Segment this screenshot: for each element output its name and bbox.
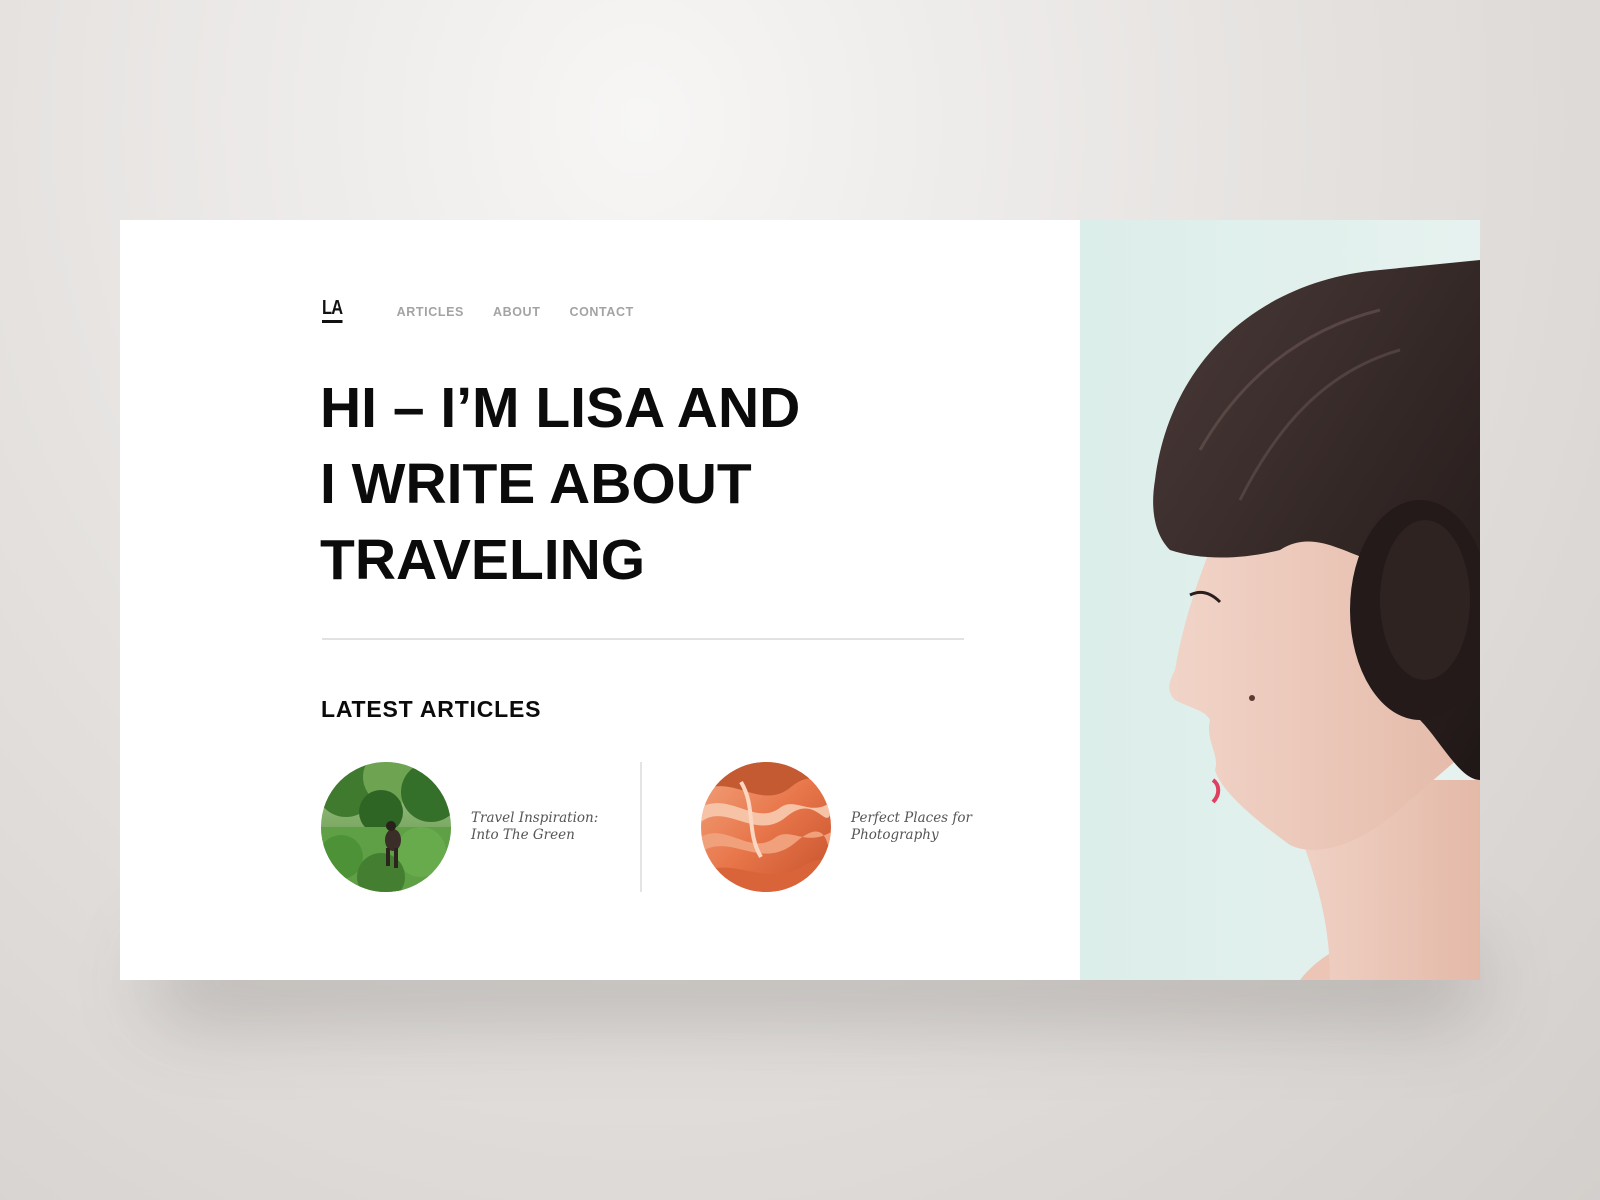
hero-line-3: TRAVELING — [320, 528, 646, 592]
page-card: LA ARTICLES ABOUT CONTACT HI – I’M LISA … — [120, 220, 1480, 980]
article-title-line: Travel Inspiration: — [471, 810, 599, 826]
article-title-line: Photography — [851, 827, 939, 843]
article-card-travel-inspiration[interactable]: Travel Inspiration: Into The Green — [321, 762, 606, 892]
articles-column-divider — [640, 762, 642, 892]
hero-line-1: HI – I’M LISA AND — [320, 376, 801, 440]
nav-articles-link[interactable]: ARTICLES — [397, 302, 464, 319]
articles-list: Travel Inspiration: Into The Green Perfe… — [321, 762, 972, 892]
top-nav: LA ARTICLES ABOUT CONTACT — [322, 298, 663, 323]
article-title[interactable]: Perfect Places for Photography — [851, 810, 986, 844]
portrait-photo — [1080, 220, 1480, 980]
forest-photo-icon[interactable] — [321, 762, 451, 892]
hero-heading: HI – I’M LISA AND I WRITE ABOUT TRAVELIN… — [320, 370, 1040, 598]
canyon-photo-icon[interactable] — [701, 762, 831, 892]
site-logo[interactable]: LA — [322, 298, 343, 323]
latest-articles-heading: LATEST ARTICLES — [321, 696, 542, 722]
article-title[interactable]: Travel Inspiration: Into The Green — [471, 810, 606, 844]
nav-about-link[interactable]: ABOUT — [493, 302, 540, 319]
hero-line-2: I WRITE ABOUT — [320, 452, 752, 516]
article-title-line: Perfect Places for — [851, 810, 972, 826]
nav-contact-link[interactable]: CONTACT — [569, 302, 633, 319]
article-title-line: Into The Green — [471, 827, 575, 843]
portrait-illustration — [1080, 220, 1480, 980]
section-divider — [322, 638, 964, 640]
article-card-perfect-places[interactable]: Perfect Places for Photography — [701, 762, 986, 892]
content-column: LA ARTICLES ABOUT CONTACT HI – I’M LISA … — [120, 220, 1080, 980]
